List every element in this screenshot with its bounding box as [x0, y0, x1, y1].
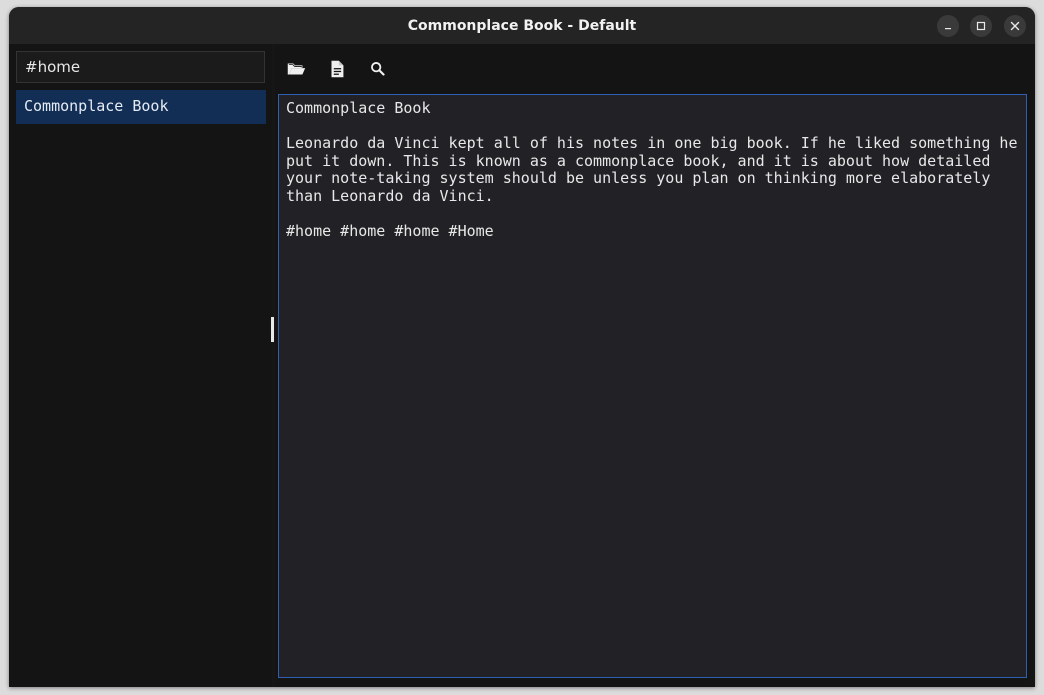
title-bar[interactable]: Commonplace Book - Default	[9, 7, 1035, 44]
search-button[interactable]	[367, 58, 389, 80]
note-editor[interactable]: Commonplace Book Leonardo da Vinci kept …	[278, 94, 1027, 678]
open-folder-button[interactable]	[285, 58, 307, 80]
note-list: Commonplace Book	[16, 90, 266, 124]
pane-splitter-handle[interactable]	[271, 317, 274, 342]
minimize-button[interactable]	[937, 15, 959, 37]
main-pane: Commonplace Book Leonardo da Vinci kept …	[275, 44, 1035, 687]
document-icon	[331, 60, 344, 78]
note-title: Commonplace Book	[24, 97, 169, 115]
toolbar	[275, 44, 1035, 94]
window-title: Commonplace Book - Default	[407, 18, 637, 34]
folder-open-icon	[287, 63, 306, 75]
maximize-button[interactable]	[970, 15, 992, 37]
note-title-line: Commonplace Book	[286, 99, 431, 117]
sidebar: Commonplace Book	[9, 44, 272, 687]
new-note-button[interactable]	[326, 58, 348, 80]
note-tags: #home #home #home #Home	[286, 221, 494, 240]
search-icon	[371, 62, 385, 76]
search-input[interactable]	[16, 51, 265, 83]
maximize-icon	[976, 21, 986, 31]
close-button[interactable]	[1004, 15, 1026, 37]
minimize-icon	[945, 28, 951, 30]
note-body: Leonardo da Vinci kept all of his notes …	[286, 134, 1027, 205]
app-window: Commonplace Book - Default Commonplace B…	[9, 7, 1035, 687]
close-icon	[1010, 21, 1020, 31]
list-item[interactable]: Commonplace Book	[16, 90, 266, 124]
